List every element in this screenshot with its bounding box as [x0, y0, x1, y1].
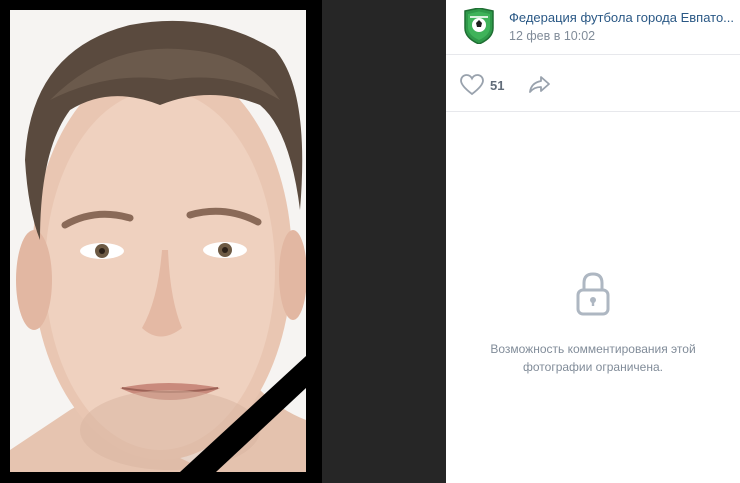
photo-viewer: Федерация футбола города Евпато... 12 фе…: [0, 0, 740, 483]
portrait-drawing: [10, 10, 306, 472]
share-button[interactable]: [527, 71, 553, 97]
like-button[interactable]: 51: [460, 73, 504, 97]
comments-closed-line-1: Возможность комментирования этой: [490, 342, 696, 356]
photo-area[interactable]: [0, 0, 446, 483]
post-sidebar: Федерация футбола города Евпато... 12 фе…: [446, 0, 740, 483]
photo-background: [322, 0, 446, 483]
comments-closed-line-2: фотографии ограничена.: [523, 360, 663, 374]
comments-closed-notice: Возможность комментирования этой фотогра…: [446, 270, 740, 376]
comments-closed-text: Возможность комментирования этой фотогра…: [446, 340, 740, 376]
owner-name-link[interactable]: Федерация футбола города Евпато...: [509, 10, 734, 25]
post-actions: 51: [446, 55, 740, 112]
heart-icon: [460, 74, 484, 96]
post-date[interactable]: 12 фев в 10:02: [509, 29, 595, 43]
mourning-photo: [0, 0, 322, 483]
post-header: Федерация футбола города Евпато... 12 фе…: [446, 0, 740, 55]
like-count: 51: [490, 77, 505, 93]
portrait-image: [10, 10, 306, 472]
lock-icon: [576, 272, 610, 316]
federation-logo-icon[interactable]: [463, 7, 495, 45]
share-arrow-icon: [529, 76, 550, 93]
